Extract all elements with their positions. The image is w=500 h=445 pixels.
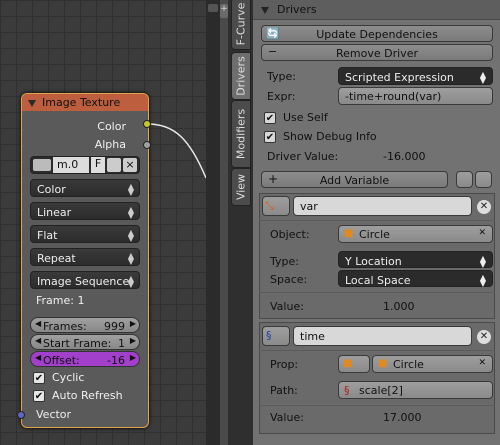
driver-type-dropdown[interactable]: Scripted Expression ▲ ▼ <box>338 67 493 85</box>
prop-object-selector[interactable]: ■ Circle ✕ <box>372 355 493 373</box>
plus-icon: + <box>268 172 279 186</box>
separator <box>259 405 495 406</box>
image-browse-icon[interactable] <box>33 159 51 171</box>
object-cube-icon: ■ <box>378 358 388 369</box>
extension-dropdown[interactable]: Repeat ▲ ▼ <box>30 248 140 266</box>
transform-space-dropdown[interactable]: Local Space ▲ ▼ <box>338 270 493 288</box>
remove-driver-button[interactable]: − Remove Driver <box>261 44 493 61</box>
output-alpha-label: Alpha <box>94 138 126 151</box>
output-alpha-socket[interactable] <box>143 141 151 149</box>
driver-value: -16.000 <box>383 150 426 163</box>
color-space-dropdown[interactable]: Color ▲ ▼ <box>30 179 140 197</box>
frame-label: Frame: 1 <box>36 294 85 307</box>
start-frame-field[interactable]: ◀ Start Frame: 1 ▶ <box>30 334 140 350</box>
input-vector-label: Vector <box>36 408 72 421</box>
variable-name-input[interactable]: var <box>293 196 472 216</box>
interpolation-dropdown[interactable]: Linear ▲ ▼ <box>30 202 140 220</box>
add-region-icon[interactable]: + <box>220 4 228 18</box>
use-self-checkbox[interactable]: ✔ <box>264 112 276 124</box>
tab-modifiers[interactable]: Modifiers <box>231 100 251 168</box>
prop-label: Prop: <box>270 358 299 371</box>
separator <box>259 220 495 221</box>
remove-variable-icon[interactable]: ✕ <box>477 200 491 214</box>
tab-drivers[interactable]: Drivers <box>231 52 251 100</box>
object-cube-icon: ■ <box>343 358 353 369</box>
frames-field[interactable]: ◀ Frames: 999 ▶ <box>30 317 140 333</box>
driver-value-label: Driver Value: <box>267 150 339 163</box>
fake-user-button[interactable]: F <box>91 157 105 173</box>
input-vector-socket[interactable] <box>17 411 25 419</box>
clear-icon[interactable]: ✕ <box>478 358 486 368</box>
increment-arrow-icon[interactable]: ▶ <box>130 319 136 328</box>
expr-label: Expr: <box>267 90 296 103</box>
rna-path-icon: § <box>266 329 272 342</box>
region-edge <box>220 0 228 445</box>
transform-channel-icon: ⤡ <box>265 199 274 212</box>
separator <box>259 292 495 293</box>
tab-f-curve[interactable]: F-Curve <box>231 0 251 50</box>
var-value-label: Value: <box>270 411 304 424</box>
area-divider[interactable] <box>206 0 220 445</box>
decrement-arrow-icon[interactable]: ◀ <box>35 336 41 345</box>
refresh-icon: 🔄 <box>266 27 280 40</box>
open-image-icon[interactable] <box>107 158 121 172</box>
minus-icon: − <box>268 45 278 58</box>
image-name-field[interactable]: m.0 <box>53 157 89 173</box>
var-value: 17.000 <box>383 411 422 424</box>
tab-view[interactable]: View <box>231 168 251 206</box>
transform-type-label: Type: <box>270 255 299 268</box>
object-label: Object: <box>270 228 310 241</box>
transform-type-dropdown[interactable]: Y Location ▲ ▼ <box>338 251 493 269</box>
output-color-socket[interactable] <box>143 120 151 128</box>
collapse-triangle-icon[interactable] <box>28 100 36 107</box>
update-dependencies-button[interactable]: 🔄 Update Dependencies <box>261 25 493 42</box>
panel-header[interactable]: Drivers <box>253 0 500 20</box>
id-type-selector[interactable]: ■ <box>338 355 370 373</box>
unlink-image-icon[interactable]: × <box>123 158 137 172</box>
increment-arrow-icon[interactable]: ▶ <box>130 353 136 362</box>
image-selector-row: m.0 F × <box>30 156 140 174</box>
var-value: 1.000 <box>383 300 415 313</box>
cyclic-label: Cyclic <box>52 371 85 384</box>
projection-dropdown[interactable]: Flat ▲ ▼ <box>30 225 140 243</box>
drivers-panel: Drivers 🔄 Update Dependencies − Remove D… <box>253 0 500 445</box>
increment-arrow-icon[interactable]: ▶ <box>130 336 136 345</box>
expression-input[interactable]: -time+round(var) <box>338 87 493 105</box>
source-dropdown[interactable]: Image Sequence ▲ ▼ <box>30 271 140 289</box>
node-title: Image Texture <box>42 96 121 109</box>
decrement-arrow-icon[interactable]: ◀ <box>35 353 41 362</box>
show-debug-label: Show Debug Info <box>283 130 377 143</box>
cyclic-checkbox[interactable]: ✔ <box>33 372 45 384</box>
remove-variable-icon[interactable]: ✕ <box>477 330 491 344</box>
var-value-label: Value: <box>270 300 304 313</box>
use-self-label: Use Self <box>283 111 328 124</box>
object-selector[interactable]: ■ Circle ✕ <box>338 225 493 243</box>
path-label: Path: <box>270 384 298 397</box>
space-label: Space: <box>270 273 308 286</box>
output-color-label: Color <box>97 120 126 133</box>
tool-tabs: 9 F-Curve Drivers 8 Modifiers 7 View <box>228 0 253 445</box>
path-input[interactable]: § scale[2] <box>338 381 493 399</box>
node-header[interactable]: Image Texture <box>22 94 148 111</box>
variable-type-selector[interactable]: § <box>262 326 290 346</box>
rna-icon: § <box>344 384 350 397</box>
auto-refresh-checkbox[interactable]: ✔ <box>33 390 45 402</box>
variable-type-selector[interactable]: ⤡ <box>262 196 290 216</box>
separator <box>259 350 495 351</box>
type-label: Type: <box>267 70 296 83</box>
collapse-triangle-icon[interactable] <box>261 7 269 14</box>
panel-title: Drivers <box>277 3 317 16</box>
decrement-arrow-icon[interactable]: ◀ <box>35 319 41 328</box>
variable-name-input[interactable]: time <box>293 326 472 346</box>
show-debug-checkbox[interactable]: ✔ <box>264 131 276 143</box>
clear-icon[interactable]: ✕ <box>478 228 486 238</box>
copy-variables-icon[interactable] <box>456 171 473 188</box>
offset-field[interactable]: ◀ Offset: -16 ▶ <box>30 351 140 367</box>
image-texture-node[interactable]: Image Texture Color Alpha m.0 F × Color ▲… <box>17 93 151 428</box>
auto-refresh-label: Auto Refresh <box>52 389 123 402</box>
add-variable-button[interactable]: + Add Variable <box>261 171 448 188</box>
area-split-handle-icon[interactable] <box>208 4 218 12</box>
object-cube-icon: ■ <box>344 228 354 239</box>
paste-variables-icon[interactable] <box>475 171 492 188</box>
